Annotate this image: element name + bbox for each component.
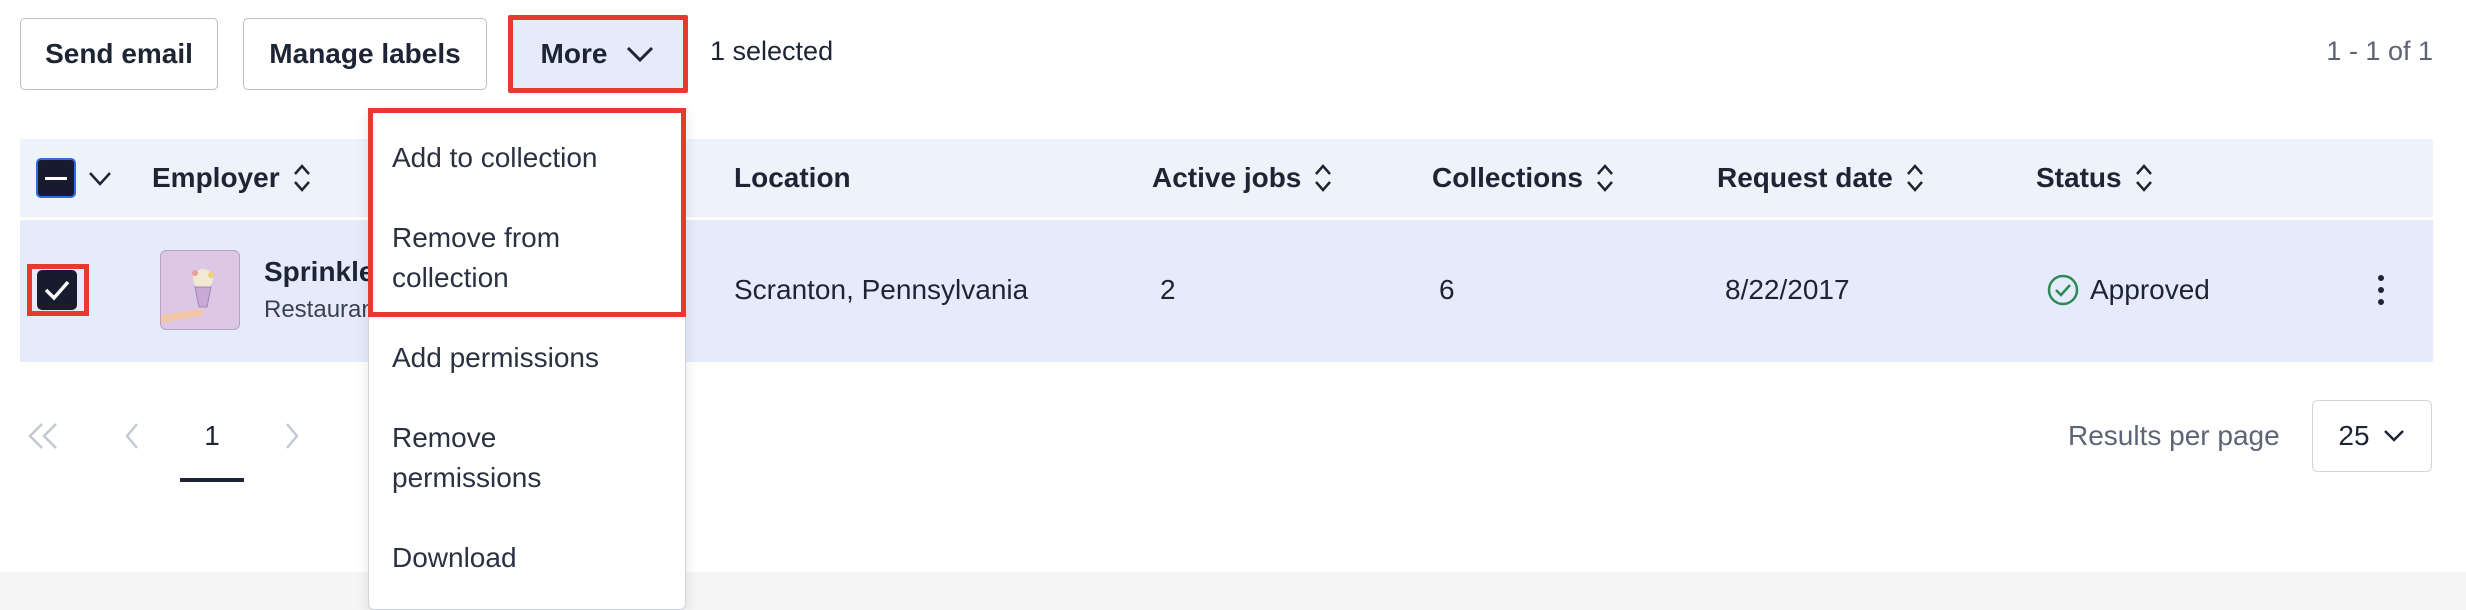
selected-count: 1 selected (710, 36, 834, 66)
header-status-label: Status (2036, 162, 2122, 193)
next-page-icon[interactable] (280, 420, 304, 452)
menu-item-label: Download (392, 542, 517, 573)
select-all-chevron-icon[interactable] (87, 170, 113, 188)
sort-icon (1595, 163, 1615, 193)
row-active-jobs: 2 (1160, 274, 1176, 305)
check-circle-icon (2047, 274, 2079, 306)
manage-labels-label: Manage labels (269, 38, 461, 69)
cupcake-image (161, 269, 214, 323)
results-range: 1 - 1 of 1 (2326, 36, 2433, 66)
current-page-underline (180, 478, 244, 482)
previous-page-icon[interactable] (120, 420, 144, 452)
menu-item-remove-from-collection[interactable]: Remove from collection (392, 218, 672, 298)
sort-icon (2134, 163, 2154, 193)
menu-item-remove-permissions[interactable]: Remove permissions (392, 418, 672, 498)
first-page-icon[interactable] (24, 420, 64, 452)
more-label: More (540, 38, 608, 69)
header-employer[interactable]: Employer (152, 158, 312, 198)
menu-item-label: Remove from (392, 222, 561, 253)
menu-item-download[interactable]: Download (392, 538, 672, 578)
header-location: Location (734, 158, 851, 198)
employer-name[interactable]: Sprinkle (264, 256, 374, 288)
menu-item-label-line2: collection (392, 262, 509, 293)
header-active-jobs[interactable]: Active jobs (1152, 158, 1333, 198)
results-per-page-value: 25 (2338, 420, 2370, 451)
header-location-label: Location (734, 162, 851, 193)
chevron-down-icon (2383, 430, 2404, 442)
send-email-button[interactable]: Send email (20, 18, 218, 90)
select-all-checkbox[interactable] (36, 158, 76, 198)
menu-item-add-to-collection[interactable]: Add to collection (392, 138, 672, 178)
results-per-page-select[interactable]: 25 (2312, 400, 2432, 472)
menu-item-label: Remove (392, 422, 497, 453)
employer-type: Restaurant (264, 296, 382, 323)
menu-item-label: Add permissions (392, 342, 599, 373)
results-per-page-label: Results per page (2068, 420, 2280, 451)
checkmark-icon (44, 280, 70, 301)
chevron-down-icon (627, 46, 654, 63)
status-label: Approved (2090, 274, 2210, 305)
status-badge: Approved (2046, 270, 2210, 310)
header-employer-label: Employer (152, 162, 280, 193)
more-button[interactable]: More (508, 15, 688, 93)
row-collections: 6 (1439, 274, 1455, 305)
current-page-number[interactable]: 1 (200, 420, 224, 452)
header-request-date[interactable]: Request date (1717, 158, 1925, 198)
sort-icon (292, 163, 312, 193)
menu-item-label: Add to collection (392, 142, 598, 173)
header-collections-label: Collections (1432, 162, 1583, 193)
row-actions-menu-icon[interactable] (2366, 270, 2396, 310)
menu-item-add-permissions[interactable]: Add permissions (392, 338, 672, 378)
manage-labels-button[interactable]: Manage labels (243, 18, 487, 90)
sort-icon (1905, 163, 1925, 193)
sort-icon (1313, 163, 1333, 193)
header-active-jobs-label: Active jobs (1152, 162, 1302, 193)
row-checkbox[interactable] (37, 270, 77, 310)
send-email-label: Send email (45, 38, 193, 69)
employer-logo (160, 250, 240, 330)
row-request-date: 8/22/2017 (1725, 274, 1850, 305)
minus-icon (45, 177, 67, 180)
header-status[interactable]: Status (2036, 158, 2154, 198)
header-collections[interactable]: Collections (1432, 158, 1615, 198)
row-location: Scranton, Pennsylvania (734, 274, 1029, 305)
header-request-date-label: Request date (1717, 162, 1893, 193)
menu-item-label-line2: permissions (392, 462, 542, 493)
